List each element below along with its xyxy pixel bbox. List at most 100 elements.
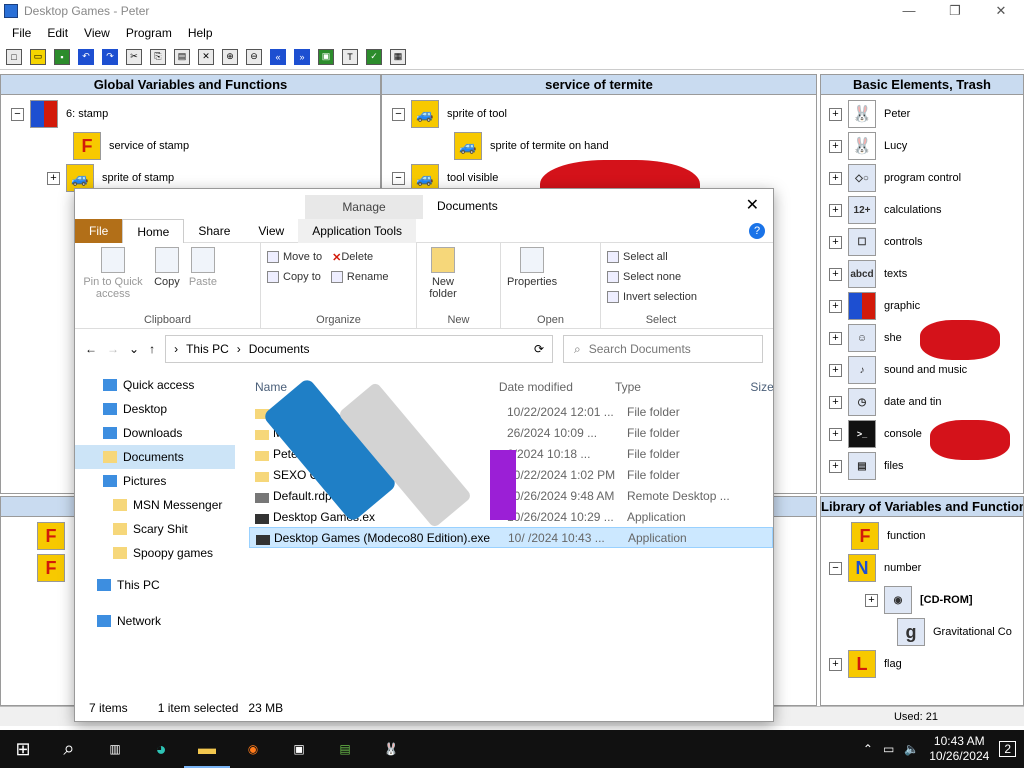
tab-share[interactable]: Share (184, 219, 244, 243)
breadcrumb-documents[interactable]: Documents (249, 342, 310, 356)
expander[interactable]: + (829, 657, 842, 671)
tree-item[interactable]: + ☐ controls (829, 227, 923, 257)
image-icon[interactable]: ▦ (390, 48, 406, 65)
rename-label[interactable]: Rename (347, 271, 389, 283)
expander[interactable]: + (829, 427, 842, 441)
nav-item[interactable]: Downloads (75, 421, 235, 445)
expander[interactable]: + (829, 235, 842, 249)
tree-item[interactable]: + ◇○ program control (829, 163, 961, 193)
expander[interactable]: − (392, 107, 405, 121)
tree-item[interactable]: + ☺ she (829, 323, 902, 353)
back-icon[interactable]: ← (85, 342, 97, 356)
save-icon[interactable]: ▪ (54, 48, 70, 65)
nav-item[interactable]: Network (75, 609, 235, 633)
copy-to-button[interactable]: Copy to Rename (267, 267, 410, 287)
start-button[interactable]: ⊞ (0, 730, 46, 768)
move-to-button[interactable]: Move to ✕ Delete (267, 247, 410, 267)
expander[interactable]: − (829, 561, 842, 575)
rewind-icon[interactable]: « (270, 48, 286, 65)
open-icon[interactable]: ▭ (30, 48, 46, 65)
expander[interactable]: + (829, 107, 842, 121)
expander[interactable]: + (47, 171, 60, 185)
minimize-button[interactable]: — (886, 3, 932, 19)
column-date[interactable]: Date modified (499, 380, 615, 394)
expander[interactable]: + (829, 395, 842, 409)
tree-item[interactable]: + ◉ [CD-ROM] (865, 585, 973, 615)
nav-item[interactable]: Documents (75, 445, 235, 469)
select-none-button[interactable]: Select none (607, 267, 715, 287)
nav-item[interactable]: Scary Shit (75, 517, 235, 541)
volume-icon[interactable]: 🔈 (904, 742, 919, 756)
help-icon[interactable]: ? (749, 222, 765, 239)
menu-file[interactable]: File (4, 26, 39, 40)
forward-icon[interactable]: » (294, 48, 310, 65)
menu-view[interactable]: View (76, 26, 118, 40)
close-button[interactable]: ✕ (978, 3, 1024, 19)
tree-item[interactable]: F (37, 553, 73, 583)
file-row[interactable]: Desktop Games (Modeco80 Edition).exe 10/ … (249, 527, 773, 548)
tree-item[interactable]: +12+ calculations (829, 195, 941, 225)
properties-button[interactable]: Properties (507, 247, 557, 288)
cut-icon[interactable]: ✂ (126, 48, 142, 65)
pin-button[interactable]: Pin to Quick access (81, 247, 145, 300)
refresh-icon[interactable]: ⟳ (534, 342, 544, 356)
tab-home[interactable]: Home (122, 218, 185, 243)
network-icon[interactable]: ▭ (883, 742, 894, 756)
maximize-button[interactable]: ❐ (932, 3, 978, 19)
tree-item[interactable]: + Lflag (829, 649, 902, 679)
menu-edit[interactable]: Edit (39, 26, 76, 40)
nav-item[interactable]: This PC (75, 573, 235, 597)
paste-icon[interactable]: ▤ (174, 48, 190, 65)
zoom-out-icon[interactable]: ⊖ (246, 48, 262, 65)
tree-item[interactable]: + graphic (829, 291, 920, 321)
copy-button[interactable]: Copy (154, 247, 180, 288)
close-icon[interactable]: ✕ (746, 195, 759, 215)
expander[interactable]: + (829, 203, 842, 217)
new-folder-button[interactable]: New folder (423, 247, 463, 300)
search-button[interactable]: ⌕ (46, 730, 92, 768)
check-icon[interactable]: ✓ (366, 48, 382, 65)
lock-icon[interactable]: ▣ (318, 48, 334, 65)
task-view-button[interactable]: ▥ (92, 730, 138, 768)
copy-icon[interactable]: ⎘ (150, 48, 166, 65)
breadcrumb-this-pc[interactable]: This PC (186, 342, 229, 356)
expander[interactable]: + (829, 139, 842, 153)
tab-view[interactable]: View (244, 219, 298, 243)
manage-tab[interactable]: Manage (305, 195, 423, 219)
chevron-up-icon[interactable]: ⌃ (863, 742, 873, 756)
tree-item[interactable]: + ◷ date and tin (829, 387, 942, 417)
paste-button[interactable]: Paste (189, 247, 217, 288)
tree-item[interactable]: Fservice of stamp (73, 131, 189, 161)
tree-item[interactable]: Ffunction (851, 521, 926, 551)
expander[interactable]: + (829, 331, 842, 345)
tree-item[interactable]: − 6: stamp (11, 99, 108, 129)
invert-selection-button[interactable]: Invert selection (607, 287, 715, 307)
expander[interactable]: + (829, 363, 842, 377)
nav-item[interactable]: MSN Messenger (75, 493, 235, 517)
expander[interactable]: + (829, 299, 842, 313)
column-type[interactable]: Type (615, 380, 750, 394)
tree-item[interactable]: g Gravitational Co (897, 617, 1012, 647)
expander[interactable]: + (865, 593, 878, 607)
expander[interactable]: − (392, 171, 405, 185)
tree-item[interactable]: + abcd texts (829, 259, 907, 289)
tree-item[interactable]: + 🐰 Peter (829, 99, 910, 129)
select-all-button[interactable]: Select all (607, 247, 715, 267)
menu-program[interactable]: Program (118, 26, 180, 40)
search-input[interactable]: ⌕ Search Documents (563, 335, 763, 363)
edge-button[interactable]: ◕ (138, 730, 184, 768)
undo-icon[interactable]: ↶ (78, 48, 94, 65)
notification-icon[interactable]: 2 (999, 741, 1016, 757)
clock[interactable]: 10:43 AM 10/26/2024 (929, 734, 989, 764)
up-icon[interactable]: ↑ (149, 342, 155, 356)
tab-file[interactable]: File (75, 218, 123, 243)
file-explorer-button[interactable]: ▬ (184, 730, 230, 768)
expander[interactable]: + (829, 267, 842, 281)
tree-item[interactable]: + ▤ files (829, 451, 904, 481)
nav-item[interactable]: Pictures (75, 469, 235, 493)
expander[interactable]: − (11, 107, 24, 121)
new-icon[interactable]: □ (6, 48, 22, 65)
redo-icon[interactable]: ↷ (102, 48, 118, 65)
delete-label[interactable]: Delete (341, 251, 373, 263)
tree-item[interactable]: 🚙 sprite of termite on hand (454, 131, 609, 161)
